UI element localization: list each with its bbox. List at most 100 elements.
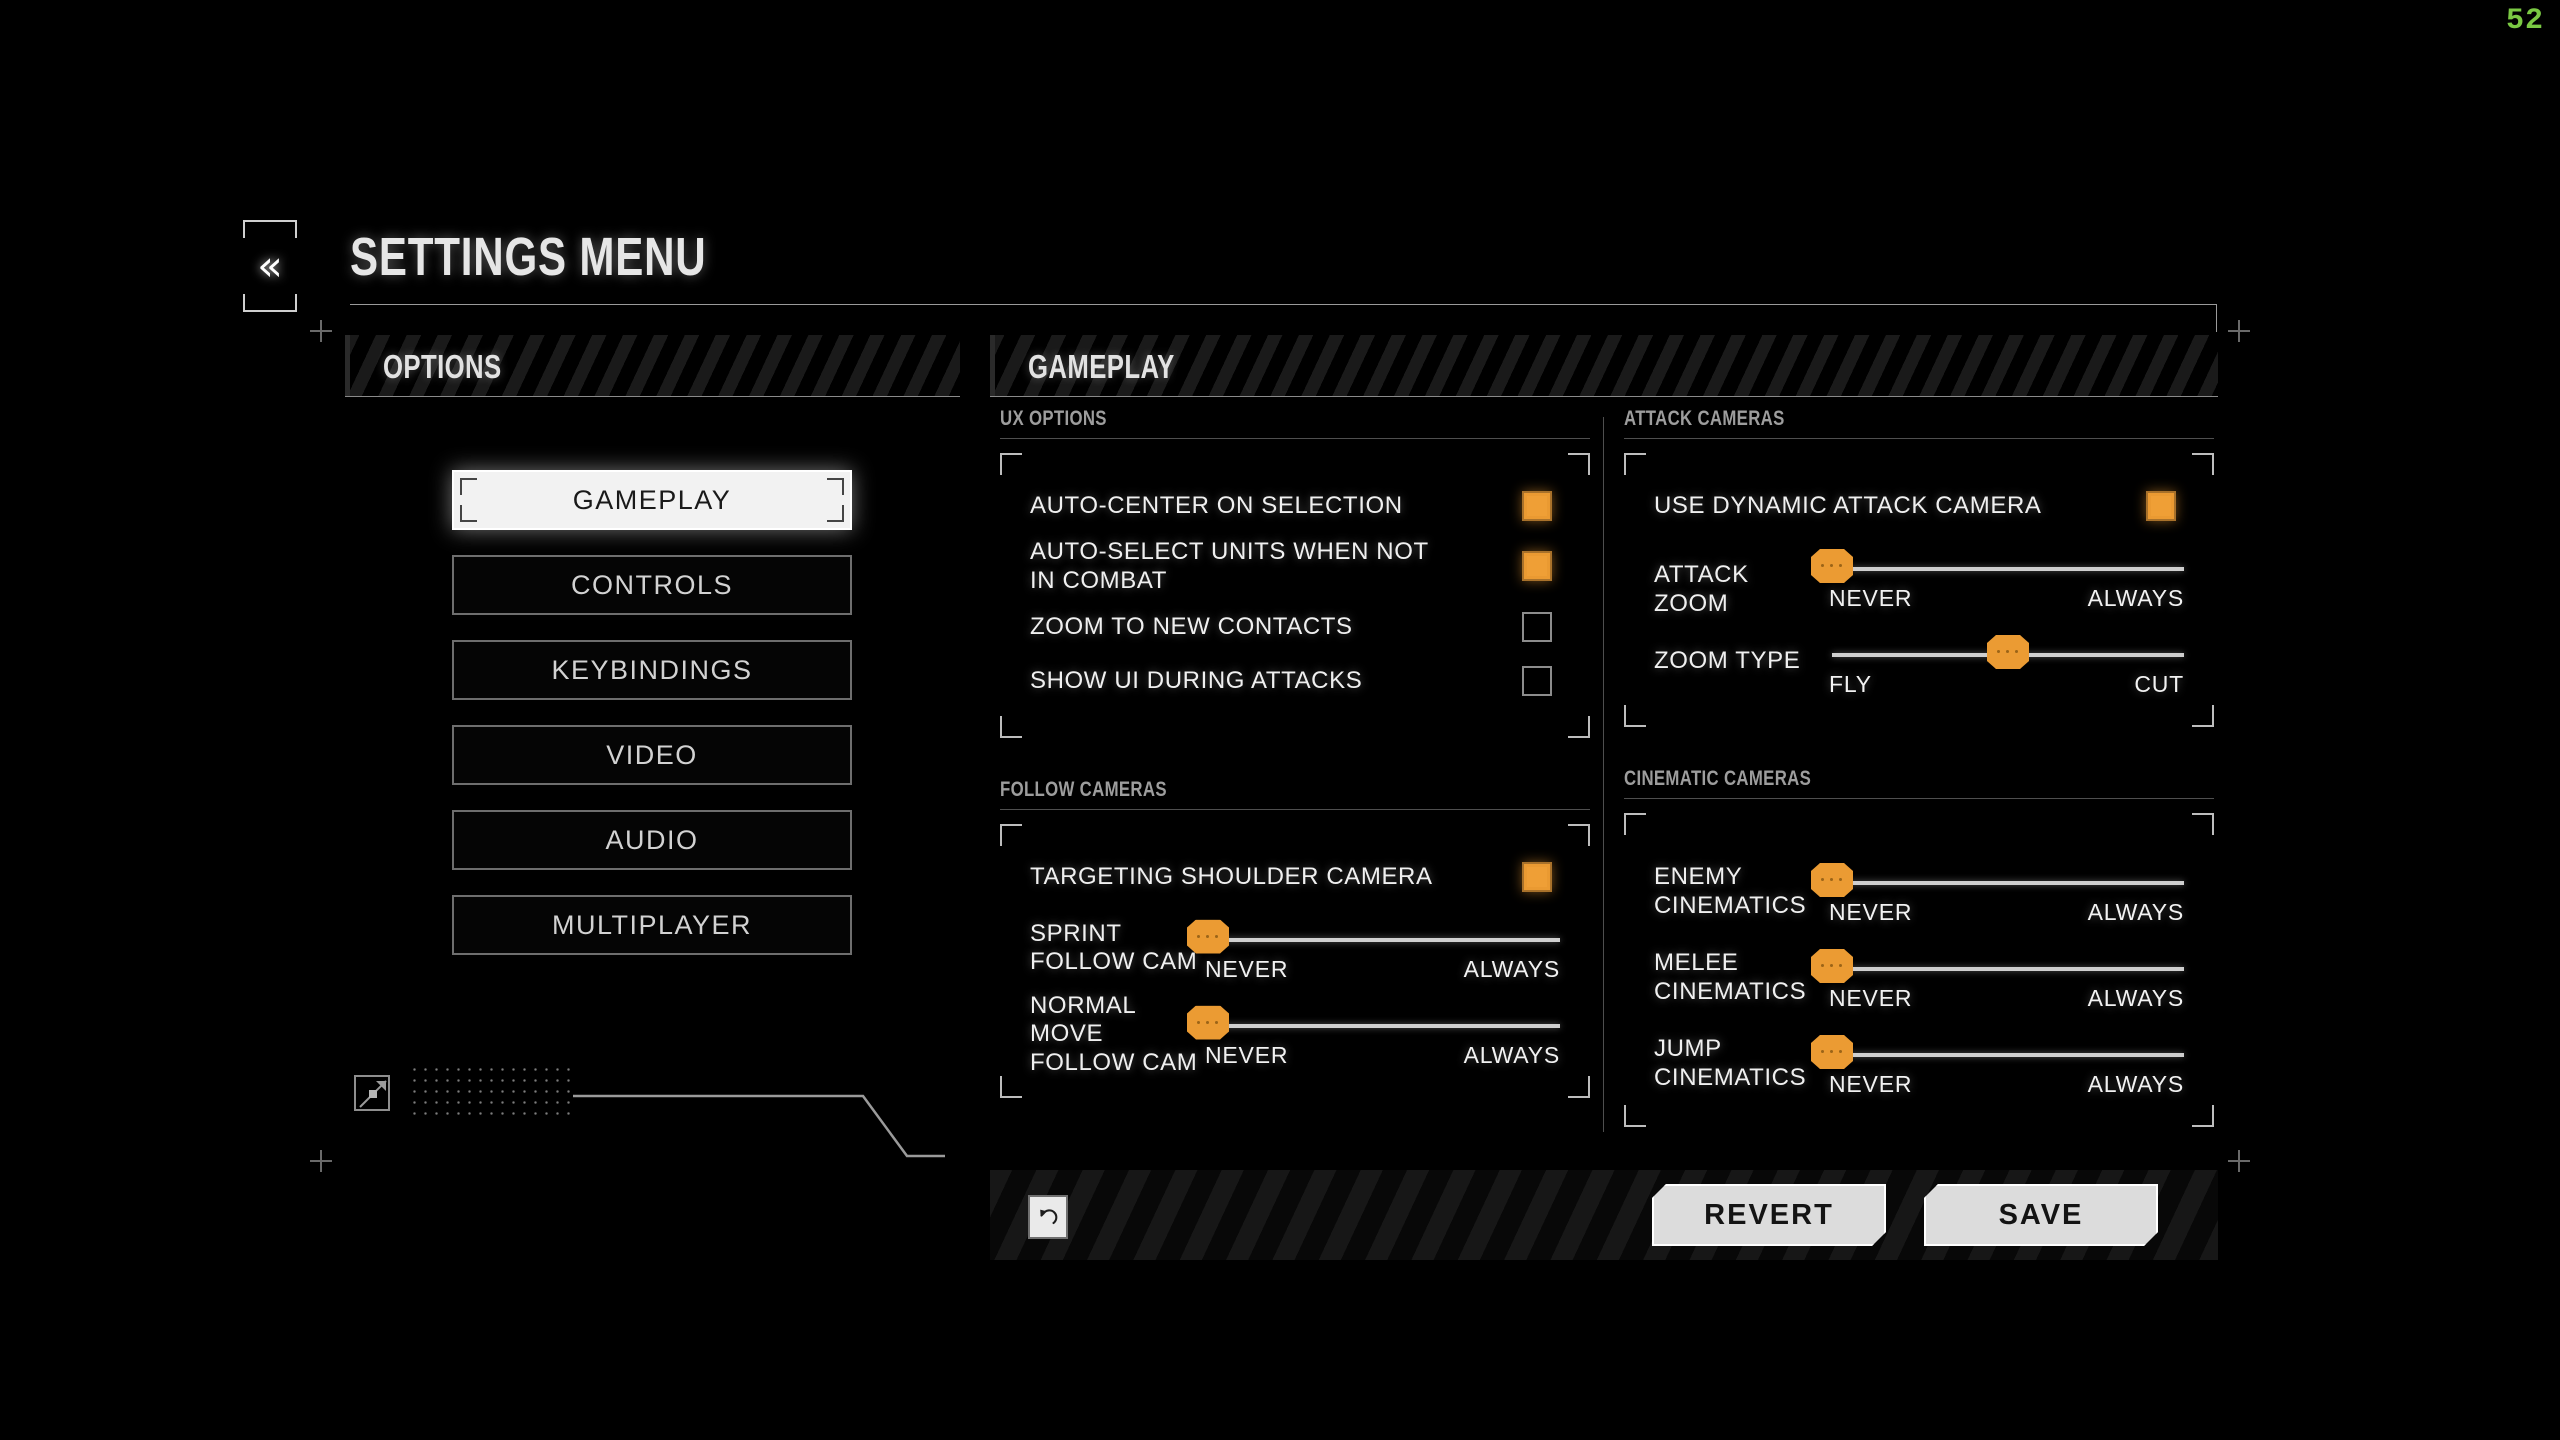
slider-track-area[interactable]: NEVER ALWAYS [1811, 1035, 2184, 1101]
checkbox-unchecked[interactable] [1522, 665, 1552, 696]
slider-thumb[interactable] [1187, 919, 1229, 954]
slider-thumb[interactable] [1987, 635, 2029, 669]
slider-min-label: NEVER [1205, 1041, 1289, 1068]
slider-track-area[interactable]: FLY CUT [1829, 635, 2184, 701]
slider-track [1832, 567, 2184, 571]
slider-thumb-dot [1839, 564, 1842, 567]
group-corner-bracket [1624, 705, 1646, 727]
checkbox-row[interactable]: AUTO-CENTER ON SELECTION [1030, 483, 1560, 529]
slider-row: JUMP CINEMATICS NEVER ALWAYS [1654, 1027, 2184, 1101]
selection-corner-bracket [460, 505, 477, 522]
options-menu-item-keybindings[interactable]: KEYBINDINGS [452, 640, 852, 700]
slider-thumb-dot [1821, 564, 1824, 567]
section-group-box: AUTO-CENTER ON SELECTION AUTO-SELECT UNIT… [1000, 453, 1590, 738]
slider-thumb-dot [1215, 934, 1218, 938]
slider-min-label: NEVER [1829, 1071, 1913, 1097]
slider-min-label: FLY [1829, 671, 1872, 697]
slider-row: MELEE CINEMATICS NEVER ALWAYS [1654, 941, 2184, 1015]
slider-track [1208, 1023, 1560, 1028]
checkbox-label: SHOW UI DURING ATTACKS [1030, 666, 1363, 694]
slider-track-area[interactable]: NEVER ALWAYS [1187, 1005, 1560, 1072]
slider-thumb-dot [1830, 878, 1833, 881]
section-group-content: USE DYNAMIC ATTACK CAMERA ATTACK ZOOM NEVE… [1624, 453, 2214, 727]
options-menu-item-multiplayer[interactable]: MULTIPLAYER [452, 895, 852, 955]
section-title: UX OPTIONS [1000, 407, 1107, 430]
group-corner-bracket [1568, 715, 1590, 738]
diagonal-arrow-icon [354, 1075, 390, 1111]
slider-max-label: ALWAYS [1463, 1041, 1560, 1068]
options-menu-item-controls[interactable]: CONTROLS [452, 555, 852, 615]
slider-max-label: ALWAYS [2087, 585, 2184, 611]
options-menu-item-gameplay[interactable]: GAMEPLAY [452, 470, 852, 530]
selection-corner-bracket [460, 478, 477, 495]
settings-section-cinematic-cameras: CINEMATIC CAMERAS ENEMY CINEMATICS NEVER AL… [1624, 767, 2214, 1127]
settings-footer: REVERT SAVE [990, 1170, 2218, 1260]
slider-track-area[interactable]: NEVER ALWAYS [1811, 549, 2184, 615]
section-group-content: TARGETING SHOULDER CAMERA SPRINT FOLLOW C… [1000, 824, 1590, 1098]
checkbox-row[interactable]: USE DYNAMIC ATTACK CAMERA [1654, 483, 2184, 529]
slider-label: ENEMY CINEMATICS [1654, 863, 1807, 919]
checkbox-row[interactable]: TARGETING SHOULDER CAMERA [1030, 854, 1560, 900]
fps-counter: 52 [2505, 4, 2544, 38]
settings-section-attack-cameras: ATTACK CAMERAS USE DYNAMIC ATTACK CAMERA A… [1624, 407, 2214, 727]
slider-track-area[interactable]: NEVER ALWAYS [1811, 949, 2184, 1015]
options-menu-item-audio[interactable]: AUDIO [452, 810, 852, 870]
slider-track [1208, 937, 1560, 942]
options-menu-item-video[interactable]: VIDEO [452, 725, 852, 785]
section-title: FOLLOW CAMERAS [1000, 777, 1167, 801]
section-divider [1624, 798, 2214, 799]
slider-min-label: NEVER [1829, 585, 1913, 611]
selection-corner-bracket [827, 478, 844, 495]
section-group-content: ENEMY CINEMATICS NEVER ALWAYS MELEE CINEMAT… [1624, 813, 2214, 1127]
options-menu-item-label: KEYBINDINGS [551, 654, 753, 685]
slider-thumb-dot [1821, 878, 1824, 881]
slider-thumb-dot [1215, 1020, 1218, 1024]
slider-thumb[interactable] [1811, 549, 1853, 583]
checkbox-checked[interactable] [1522, 491, 1552, 521]
slider-label: ZOOM TYPE [1654, 647, 1801, 674]
checkbox-row[interactable]: SHOW UI DURING ATTACKS [1030, 658, 1560, 704]
checkbox-checked[interactable] [1522, 861, 1552, 892]
checkbox-label: ZOOM TO NEW CONTACTS [1030, 612, 1353, 640]
checkbox-checked[interactable] [1522, 551, 1552, 582]
group-corner-bracket [2192, 1105, 2214, 1127]
options-menu-item-label: CONTROLS [570, 569, 734, 600]
section-divider [1000, 438, 1590, 439]
slider-thumb-dot [1821, 964, 1824, 967]
slider-thumb-dot [1821, 1050, 1824, 1053]
checkbox-label: AUTO-SELECT UNITS WHEN NOT IN COMBAT [1030, 538, 1429, 595]
checkbox-unchecked[interactable] [1522, 611, 1552, 642]
options-panel-header: OPTIONS [345, 335, 960, 397]
checkbox-row[interactable]: ZOOM TO NEW CONTACTS [1030, 604, 1560, 650]
revert-button[interactable]: REVERT [1652, 1184, 1886, 1246]
slider-thumb[interactable] [1811, 949, 1853, 983]
checkbox-label: TARGETING SHOULDER CAMERA [1030, 862, 1433, 890]
slider-thumb-dot [1197, 934, 1200, 938]
checkbox-checked[interactable] [2146, 491, 2176, 521]
slider-track-area[interactable]: NEVER ALWAYS [1811, 863, 2184, 929]
slider-track-area[interactable]: NEVER ALWAYS [1187, 919, 1560, 986]
section-divider [1624, 438, 2214, 439]
settings-column-right: ATTACK CAMERAS USE DYNAMIC ATTACK CAMERA A… [1624, 407, 2214, 1127]
column-divider [1603, 417, 1604, 1132]
save-button[interactable]: SAVE [1924, 1184, 2158, 1246]
group-corner-bracket [2192, 705, 2214, 727]
slider-thumb[interactable] [1811, 1035, 1853, 1069]
undo-arrow-icon [1040, 1209, 1058, 1225]
slider-thumb-dot [1830, 964, 1833, 967]
slider-label: SPRINT FOLLOW CAM [1030, 919, 1198, 976]
slider-thumb[interactable] [1187, 1005, 1229, 1040]
group-corner-bracket [1568, 1075, 1590, 1098]
checkbox-row[interactable]: AUTO-SELECT UNITS WHEN NOT IN COMBAT [1030, 537, 1560, 596]
corner-marker-top-left [310, 320, 332, 342]
corner-marker-bottom-right [2228, 1150, 2250, 1172]
double-chevron-left-icon: « [257, 241, 283, 290]
slider-thumb[interactable] [1811, 863, 1853, 897]
back-button[interactable]: « [243, 220, 297, 312]
options-menu-item-label: AUDIO [605, 824, 699, 855]
slider-label: JUMP CINEMATICS [1654, 1035, 1807, 1091]
slider-label: MELEE CINEMATICS [1654, 949, 1807, 1005]
section-group-box: TARGETING SHOULDER CAMERA SPRINT FOLLOW C… [1000, 823, 1590, 1098]
corner-marker-bottom-left [310, 1150, 332, 1172]
reset-to-default-button[interactable] [1028, 1195, 1068, 1239]
